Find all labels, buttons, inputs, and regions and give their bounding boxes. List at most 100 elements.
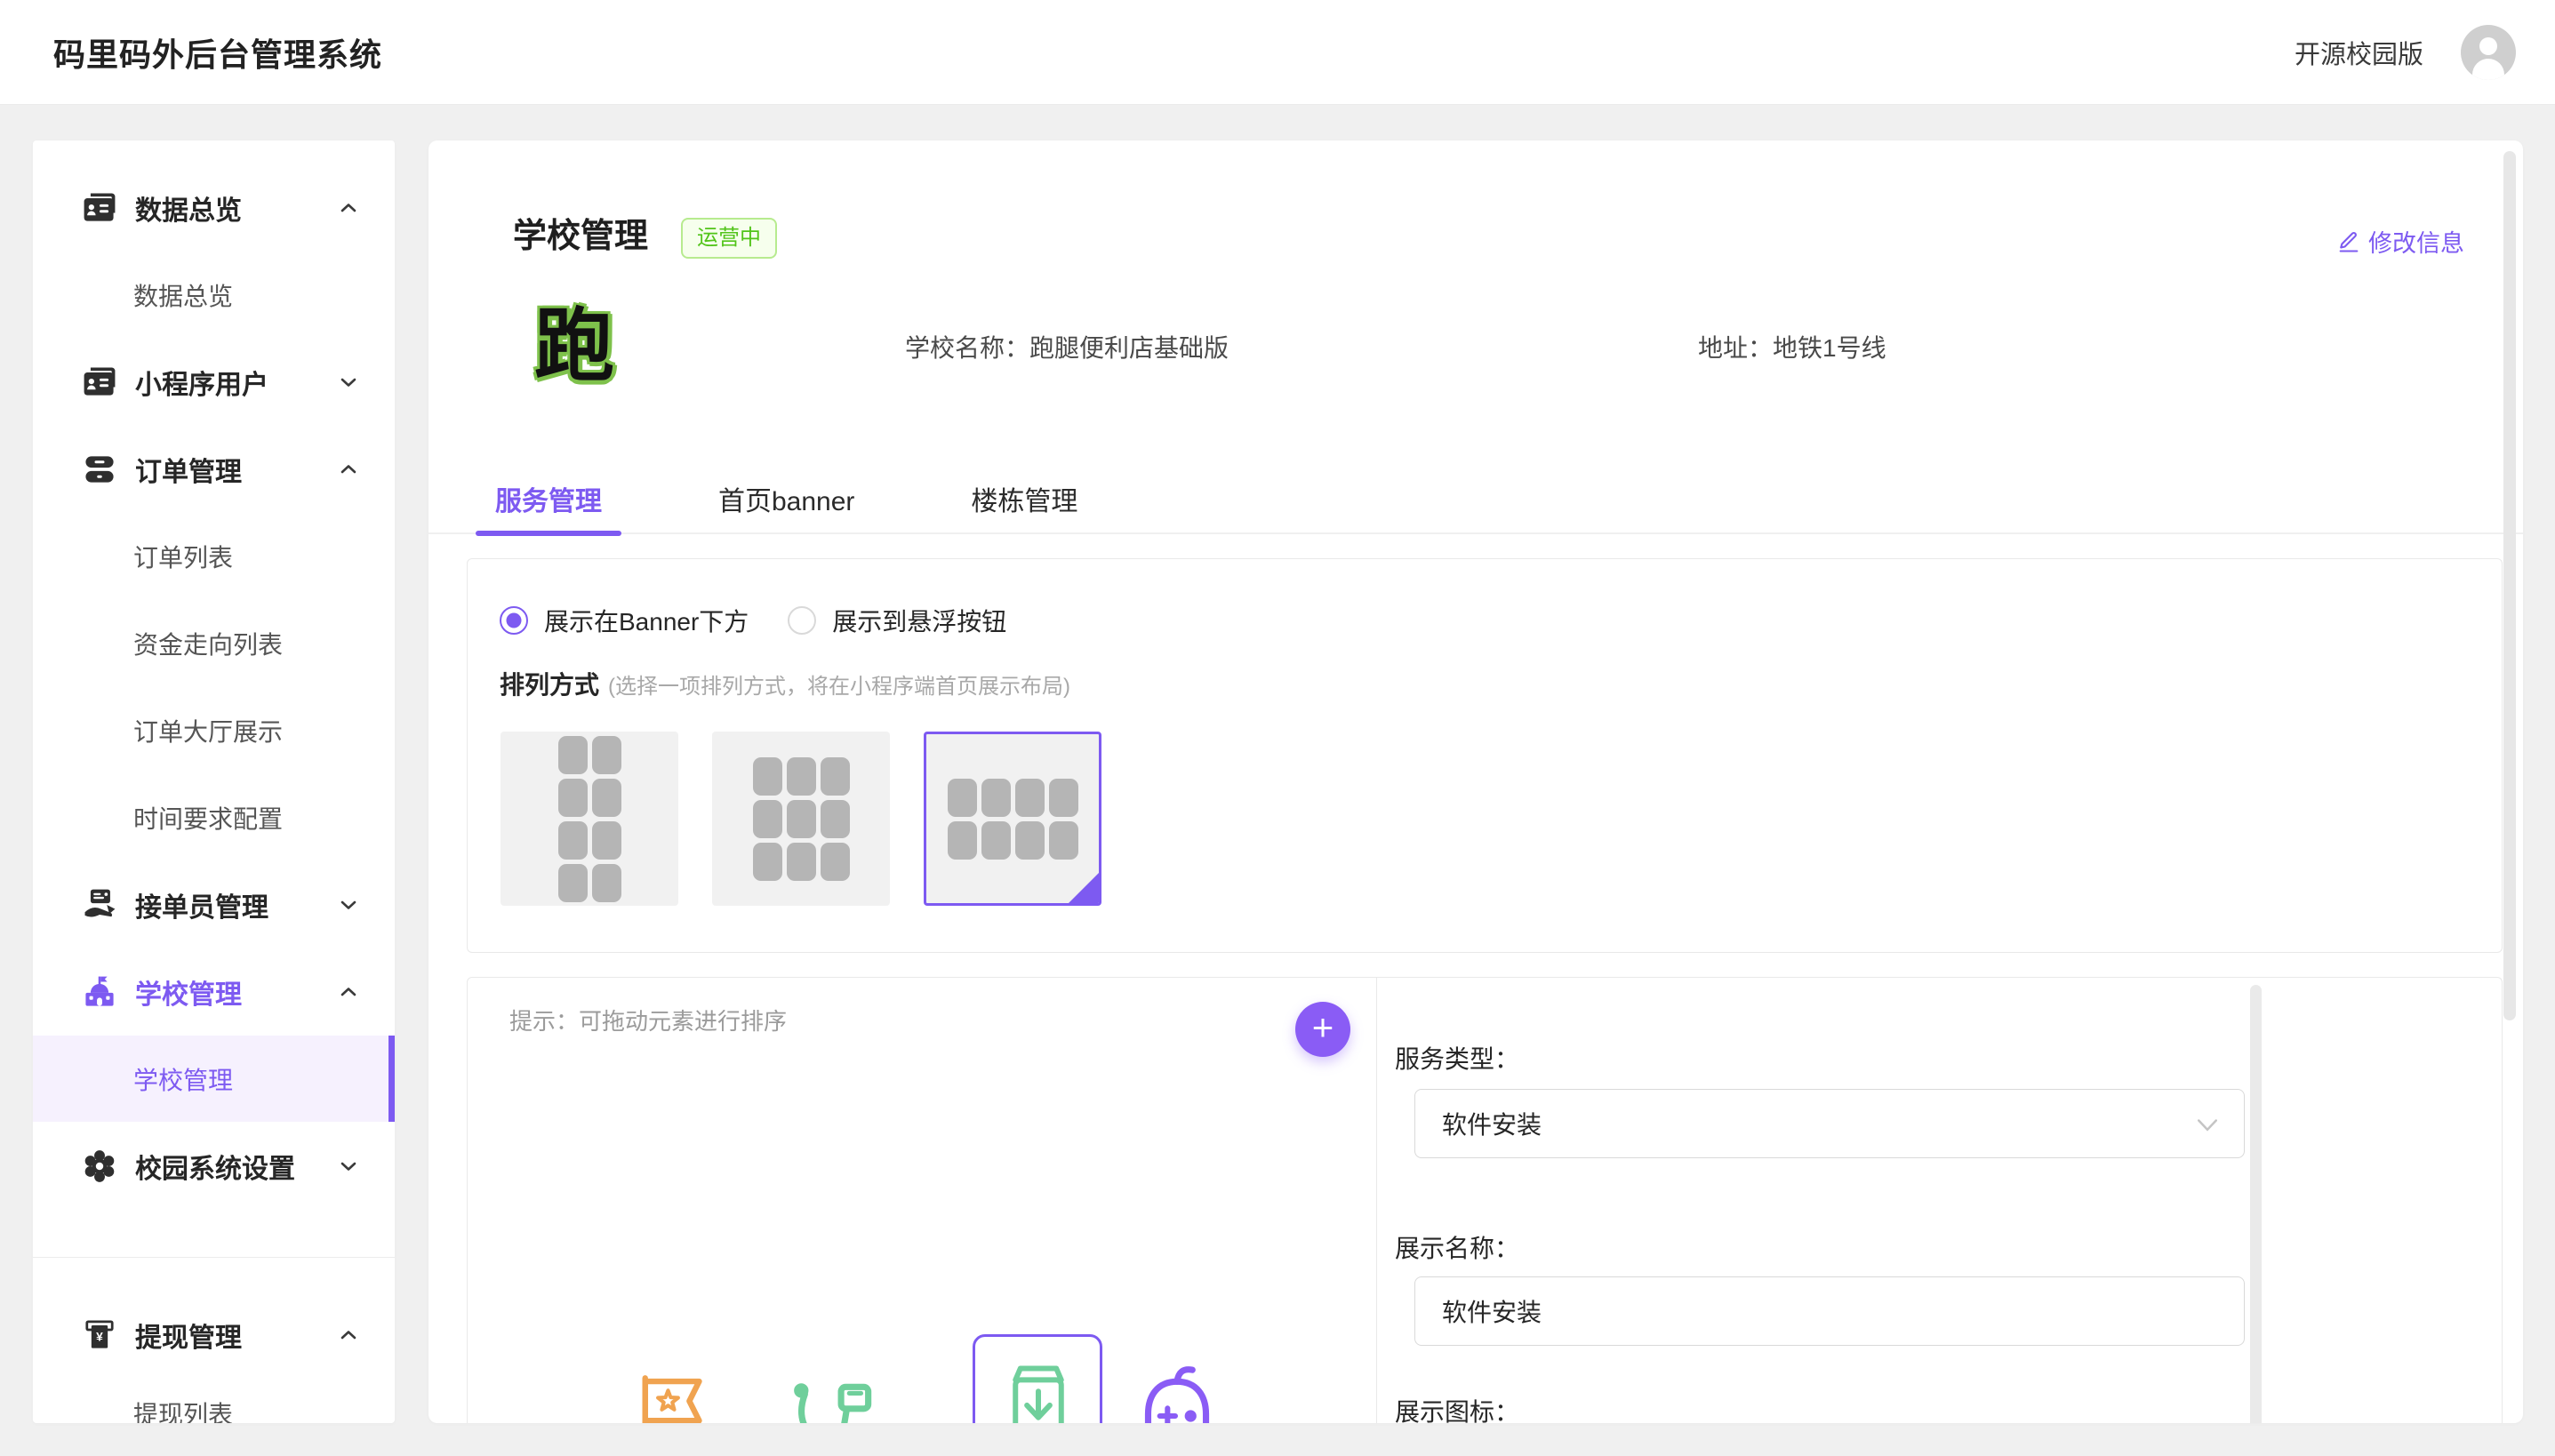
sidebar-item-label: 提现列表 [133, 1396, 233, 1424]
withdraw-icon: ¥ [80, 1316, 119, 1355]
radio-banner-below-label: 展示在Banner下方 [544, 603, 749, 638]
display-position-radio-group: 展示在Banner下方 展示到悬浮按钮 [500, 601, 1006, 640]
layout-preview-cell [1015, 779, 1045, 817]
layout-preview-cell [592, 779, 621, 817]
sidebar-item-资金走向列表[interactable]: 资金走向列表 [33, 600, 395, 686]
campus-settings-icon [80, 1147, 119, 1186]
radio-floating-button[interactable] [788, 606, 816, 635]
status-badge: 运营中 [681, 218, 777, 259]
header-right: 开源校园版 [2295, 25, 2516, 80]
layout-preview-cell [787, 757, 816, 796]
sidebar-item-时间要求配置[interactable]: 时间要求配置 [33, 774, 395, 860]
layout-preview-grid [558, 736, 621, 902]
sidebar-group-小程序用户[interactable]: 小程序用户 [33, 339, 395, 425]
form-panel-scrollbar[interactable] [2250, 985, 2262, 1423]
layout-preview-cell [948, 779, 977, 817]
display-name-input[interactable] [1414, 1276, 2245, 1346]
layout-preview-cell [1049, 821, 1078, 860]
layout-preview-cell [753, 757, 782, 796]
sidebar-group-校园系统设置[interactable]: 校园系统设置 [33, 1123, 395, 1209]
courier-icon [80, 885, 119, 924]
sidebar-group-学校管理[interactable]: 学校管理 [33, 948, 395, 1035]
layout-preview-cell [558, 864, 588, 902]
chevron-down-icon [338, 894, 359, 916]
service-type-select[interactable]: 软件安装 [1414, 1089, 2245, 1158]
layout-preview-cell [558, 736, 588, 774]
tab-首页banner[interactable]: 首页banner [699, 476, 874, 534]
service-type-label: 服务类型： [1395, 1040, 1519, 1076]
flag-icon[interactable] [632, 1365, 714, 1423]
layout-option-grid-2x4[interactable] [501, 732, 678, 906]
sidebar-item-label: 订单大厅展示 [133, 713, 283, 748]
sidebar-item-订单大厅展示[interactable]: 订单大厅展示 [33, 687, 395, 773]
layout-option-grid-4x2[interactable] [924, 732, 1101, 906]
sidebar-group-接单员管理[interactable]: 接单员管理 [33, 861, 395, 948]
layout-preview-cell [592, 821, 621, 860]
sidebar-group-label: 订单管理 [135, 450, 242, 489]
layout-preview-cell [753, 843, 782, 881]
layout-preview-cell [558, 779, 588, 817]
sidebar-item-数据总览[interactable]: 数据总览 [33, 252, 395, 338]
add-service-button[interactable]: + [1295, 1002, 1350, 1057]
svg-text:¥: ¥ [96, 1330, 103, 1343]
sidebar-group-提现管理[interactable]: ¥ 提现管理 [33, 1292, 395, 1378]
layout-preview-cell [787, 800, 816, 838]
arrange-hint: (选择一项排列方式，将在小程序端首页展示布局) [608, 668, 1070, 700]
layout-preview-cell [558, 821, 588, 860]
school-name-label: 学校名称：跑腿便利店基础版 [905, 329, 1229, 364]
sidebar-group-label: 提现管理 [135, 1316, 242, 1355]
service-edit-box: 提示：可拖动元素进行排序 + [467, 977, 2503, 1423]
layout-preview-cell [981, 821, 1011, 860]
layout-preview-cell [1049, 779, 1078, 817]
service-type-value: 软件安装 [1442, 1106, 1542, 1141]
avatar-body [2472, 59, 2504, 80]
school-logo: 跑 [530, 302, 619, 391]
sidebar-item-label: 资金走向列表 [133, 626, 283, 661]
layout-preview-cell [592, 736, 621, 774]
chevron-up-icon [338, 197, 359, 219]
sidebar-group-label: 校园系统设置 [135, 1147, 295, 1186]
arrange-title: 排列方式 [500, 666, 599, 701]
school-address-label: 地址：地铁1号线 [1698, 329, 1886, 364]
orders-icon [80, 450, 119, 489]
layout-preview-cell [1015, 821, 1045, 860]
main-card-scrollbar[interactable] [2503, 151, 2516, 1020]
app-title: 码里码外后台管理系统 [53, 29, 382, 76]
sidebar-item-提现列表[interactable]: 提现列表 [33, 1370, 395, 1423]
main-card: 学校管理 运营中 修改信息 跑 学校名称：跑腿便利店基础版 地址：地铁1号线 服… [429, 140, 2523, 1423]
sidebar-group-label: 学校管理 [135, 972, 242, 1012]
pencil-icon [2336, 229, 2361, 254]
sidebar-group-数据总览[interactable]: 数据总览 [33, 164, 395, 251]
chevron-up-icon [338, 1324, 359, 1346]
chevron-down-icon [2198, 1109, 2217, 1138]
school-icon [80, 972, 119, 1012]
game-icon[interactable] [1130, 1362, 1224, 1423]
layout-preview-grid [948, 779, 1078, 860]
tabbar: 服务管理 首页banner 楼栋管理 [429, 476, 2523, 534]
tab-服务管理[interactable]: 服务管理 [476, 476, 621, 534]
chevron-up-icon [338, 459, 359, 480]
layout-preview-grid [753, 757, 850, 881]
tab-楼栋管理[interactable]: 楼栋管理 [951, 476, 1097, 534]
sidebar-item-学校管理[interactable]: 学校管理 [33, 1036, 395, 1122]
avatar-head [2479, 37, 2497, 55]
software-install-icon[interactable] [997, 1355, 1079, 1423]
miniprogram-users-icon [80, 363, 119, 402]
layout-preview-cell [821, 757, 850, 796]
radio-banner-below[interactable] [500, 606, 528, 635]
layout-options [501, 732, 1101, 906]
sidebar-item-订单列表[interactable]: 订单列表 [33, 513, 395, 599]
sidebar-group-订单管理[interactable]: 订单管理 [33, 426, 395, 512]
radio-floating-button-label: 展示到悬浮按钮 [832, 603, 1006, 638]
display-settings-box: 展示在Banner下方 展示到悬浮按钮 排列方式 (选择一项排列方式，将在小程序… [467, 558, 2503, 953]
sidebar-item-label: 数据总览 [133, 277, 233, 313]
sidebar-item-label: 订单列表 [133, 539, 233, 574]
scooter-icon[interactable] [787, 1374, 886, 1423]
chevron-down-icon [338, 372, 359, 393]
layout-preview-cell [821, 800, 850, 838]
layout-option-grid-3x3[interactable] [712, 732, 890, 906]
user-avatar-icon[interactable] [2461, 25, 2516, 80]
edit-info-link[interactable]: 修改信息 [2336, 224, 2464, 259]
page: 码里码外后台管理系统 开源校园版 数据总览数据总览小程序用户订单管理订单列表资金… [0, 0, 2555, 1456]
sidebar-group-label: 小程序用户 [135, 363, 268, 402]
